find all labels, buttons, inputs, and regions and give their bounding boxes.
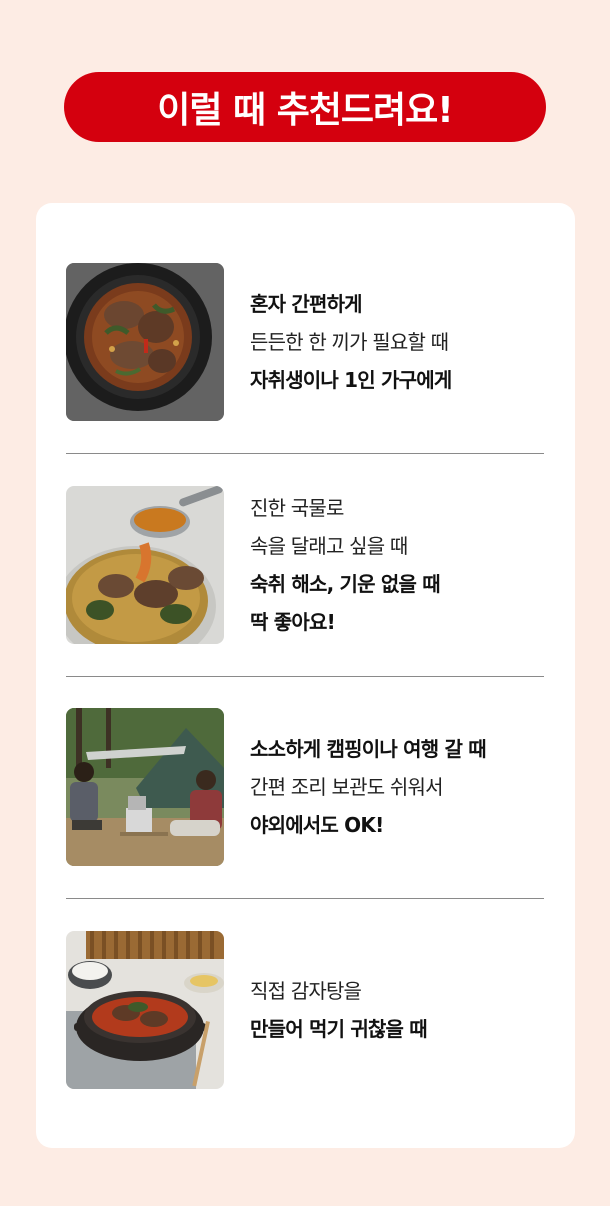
item-text: 혼자 간편하게 든든한 한 끼가 필요할 때 자취생이나 1인 가구에게 (250, 285, 452, 399)
item-text: 직접 감자탕을 만들어 먹기 귀찮을 때 (250, 972, 428, 1048)
recommendation-card: 혼자 간편하게 든든한 한 끼가 필요할 때 자취생이나 1인 가구에게 진한 … (36, 203, 575, 1148)
item-line: 자취생이나 1인 가구에게 (250, 368, 452, 392)
item-line: 딱 좋아요! (250, 610, 336, 634)
divider (66, 676, 544, 677)
item-line: 소소하게 캠핑이나 여행 갈 때 (250, 737, 487, 761)
recommendation-banner: 이럴 때 추천드려요! (64, 72, 546, 142)
ladle-soup-image (66, 486, 224, 644)
item-line: 진한 국물로 (250, 496, 344, 520)
recommendation-item-camping: 소소하게 캠핑이나 여행 갈 때 간편 조리 보관도 쉬워서 야외에서도 OK! (66, 708, 546, 866)
item-line: 속을 달래고 싶을 때 (250, 534, 408, 558)
item-line: 만들어 먹기 귀찮을 때 (250, 1017, 428, 1041)
item-line: 야외에서도 OK! (250, 813, 384, 837)
item-line: 든든한 한 끼가 필요할 때 (250, 330, 449, 354)
item-line: 간편 조리 보관도 쉬워서 (250, 775, 443, 799)
recommendation-item-hangover: 진한 국물로 속을 달래고 싶을 때 숙취 해소, 기운 없을 때 딱 좋아요! (66, 486, 546, 644)
divider (66, 898, 544, 899)
camping-image (66, 708, 224, 866)
item-line: 직접 감자탕을 (250, 979, 362, 1003)
recommendation-item-solo: 혼자 간편하게 든든한 한 끼가 필요할 때 자취생이나 1인 가구에게 (66, 263, 546, 421)
divider (66, 453, 544, 454)
item-line: 숙취 해소, 기운 없을 때 (250, 572, 441, 596)
kamjatang-top-view-image (66, 263, 224, 421)
item-text: 진한 국물로 속을 달래고 싶을 때 숙취 해소, 기운 없을 때 딱 좋아요! (250, 489, 441, 641)
home-dining-image (66, 931, 224, 1089)
item-line: 혼자 간편하게 (250, 292, 363, 316)
item-text: 소소하게 캠핑이나 여행 갈 때 간편 조리 보관도 쉬워서 야외에서도 OK! (250, 730, 487, 844)
banner-title: 이럴 때 추천드려요! (157, 90, 453, 131)
recommendation-item-easy-meal: 직접 감자탕을 만들어 먹기 귀찮을 때 (66, 931, 546, 1089)
